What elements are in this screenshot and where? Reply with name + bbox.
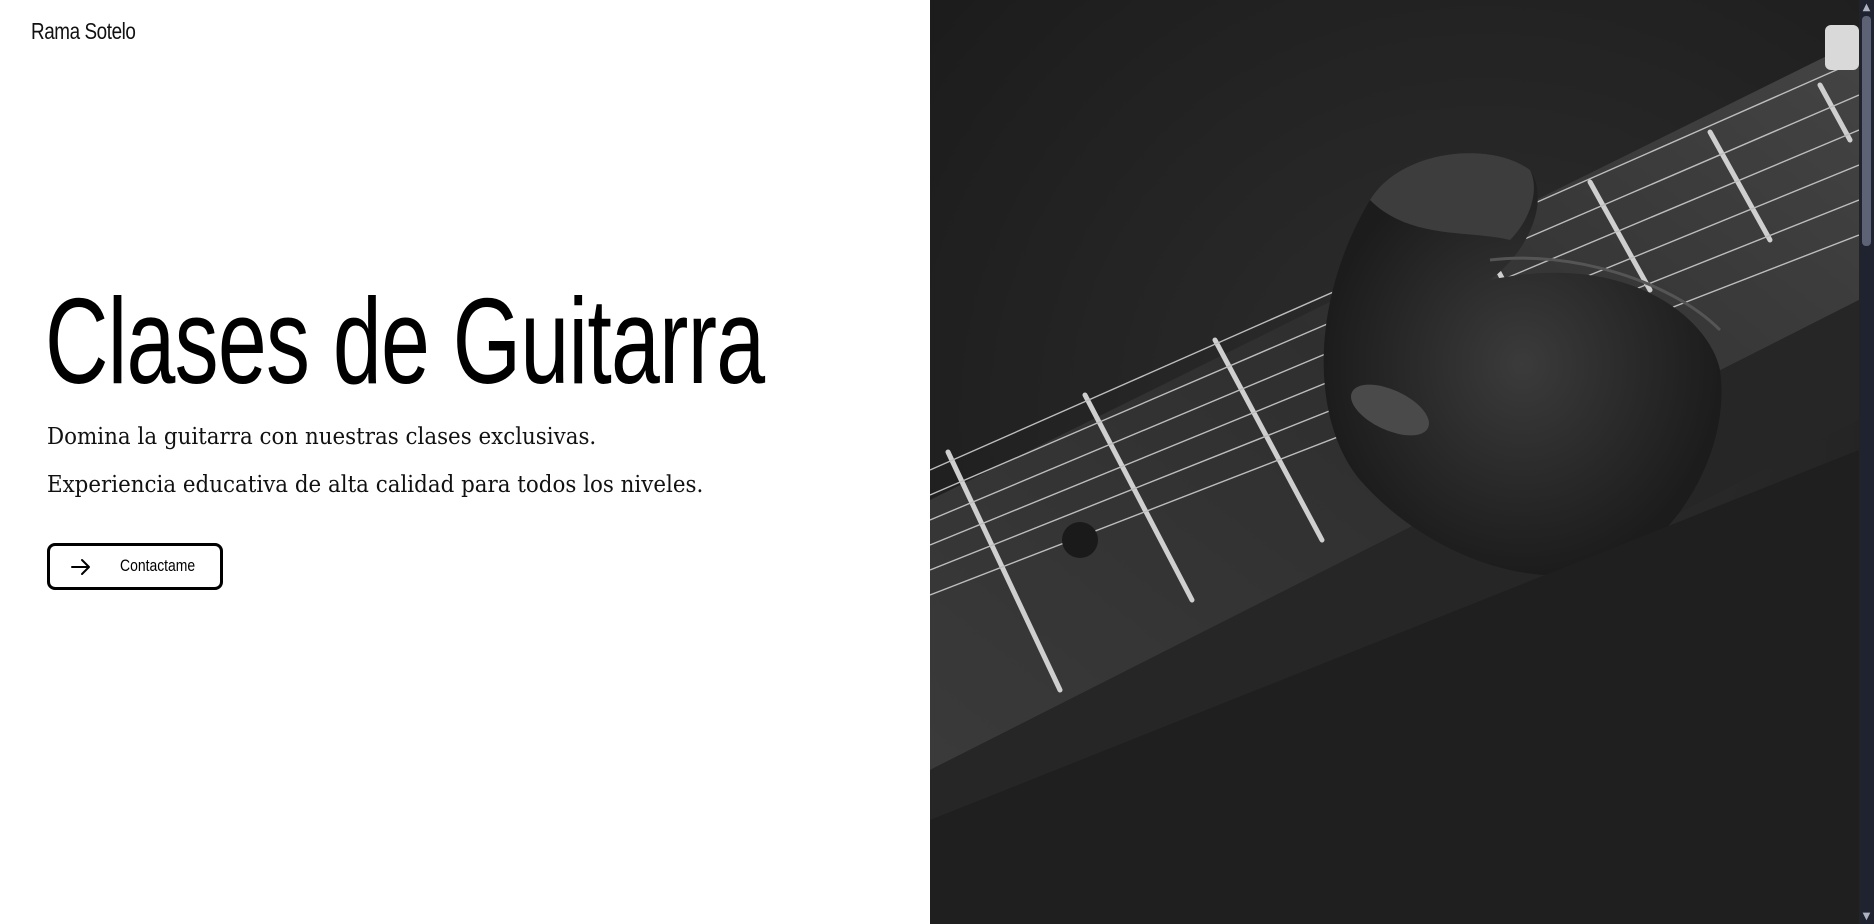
guitar-photo <box>930 0 1859 924</box>
hero-subtitle: Domina la guitarra con nuestras clases e… <box>47 424 597 450</box>
scroll-up-icon[interactable]: ▲ <box>1859 0 1874 15</box>
hero-section: Rama Sotelo Clases de Guitarra Domina la… <box>0 0 930 924</box>
arrow-right-icon <box>70 556 92 578</box>
page-title: Clases de Guitarra <box>45 273 765 409</box>
scrollbar-thumb[interactable] <box>1862 16 1871 246</box>
contact-button-label: Contactame <box>120 556 196 575</box>
hero-description: Experiencia educativa de alta calidad pa… <box>47 472 704 498</box>
page-scrollbar[interactable]: ▲ ▼ <box>1859 0 1874 924</box>
contact-button[interactable]: Contactame <box>47 543 223 590</box>
scroll-down-icon[interactable]: ▼ <box>1859 909 1874 924</box>
brand-name[interactable]: Rama Sotelo <box>31 18 136 45</box>
